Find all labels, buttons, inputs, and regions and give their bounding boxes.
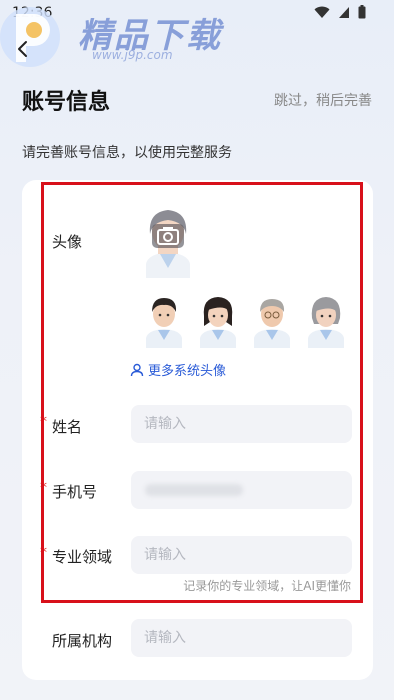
institution-input[interactable] (131, 619, 352, 657)
page-title: 账号信息 (22, 90, 111, 115)
highlight-box (41, 182, 363, 603)
wifi-icon (314, 6, 330, 18)
watermark-url: www.j9p.com (92, 48, 173, 62)
institution-label: 所属机构 (52, 632, 113, 650)
status-time: 12:36 (12, 5, 53, 21)
back-arrow-icon[interactable] (12, 38, 34, 60)
status-icons (314, 5, 366, 19)
status-bar: 12:36 (0, 0, 394, 26)
battery-icon (358, 5, 366, 19)
skip-button[interactable]: 跳过，稍后完善 (274, 90, 372, 110)
signal-icon (339, 6, 349, 18)
page-subtitle: 请完善账号信息，以使用完整服务 (22, 145, 232, 161)
